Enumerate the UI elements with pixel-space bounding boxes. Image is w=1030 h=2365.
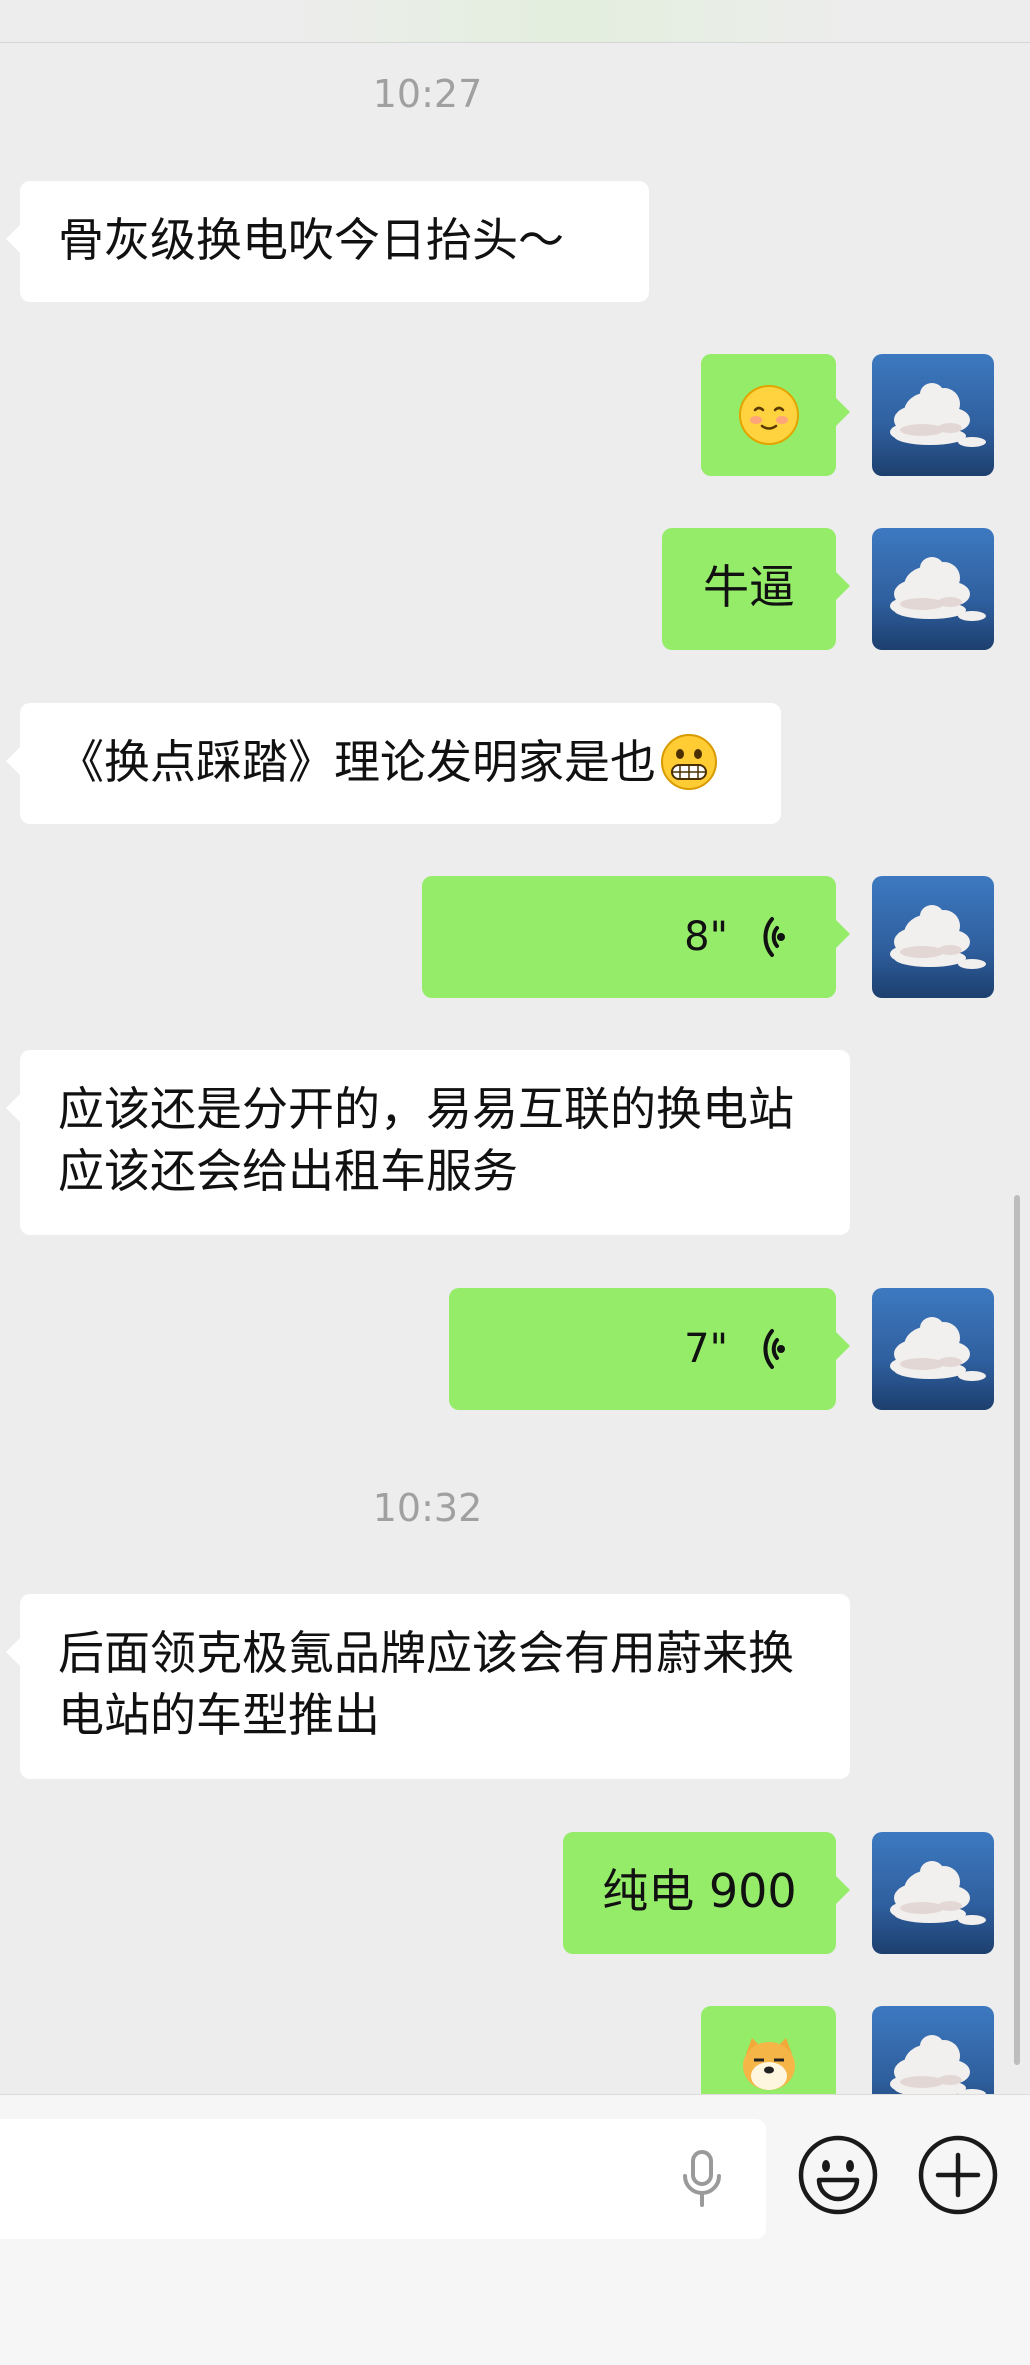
incoming-message-bubble[interactable]: 应该还是分开的，易易互联的换电站应该还会给出租车服务 [6,1050,850,1235]
user-avatar[interactable] [872,1288,994,1410]
cloud-sky-avatar-icon [872,528,994,650]
message-text: 《换点踩踏》理论发明家是也 [58,735,656,789]
cloud-sky-avatar-icon [872,1832,994,1954]
add-button[interactable] [916,2133,1000,2217]
scrollbar[interactable] [1014,1195,1020,2065]
voice-duration: 8" [684,914,728,960]
outgoing-message-bubble[interactable]: 牛逼 [662,528,850,650]
outgoing-message-bubble[interactable]: 纯电 900 [563,1832,850,1954]
message-text: 牛逼 [703,560,795,614]
microphone-button[interactable] [670,2147,734,2211]
cloud-sky-avatar-icon [872,1288,994,1410]
outgoing-voice-message[interactable]: 8" [422,876,850,998]
outgoing-sticker-bubble[interactable] [701,2006,836,2094]
user-avatar[interactable] [872,528,994,650]
cloud-sky-avatar-icon [872,354,994,476]
grimacing-face-emoji-icon [661,734,717,790]
message-text: 纯电 900 [602,1864,797,1918]
voice-message-content: 8" [422,876,836,998]
user-avatar[interactable] [872,354,994,476]
sticker-container [701,2006,836,2094]
message-input[interactable] [0,2119,766,2239]
emoji-smile-icon [798,2135,878,2215]
voice-wave-icon [763,1329,785,1369]
outgoing-voice-message[interactable]: 7" [449,1288,850,1410]
cloud-sky-avatar-icon [872,876,994,998]
message-text: 应该还是分开的，易易互联的换电站应该还会给出租车服务 [58,1082,794,1198]
emoji-button[interactable] [796,2133,880,2217]
voice-message-content: 7" [449,1288,836,1410]
timestamp: 10:27 [372,72,483,116]
user-avatar[interactable] [872,1832,994,1954]
microphone-icon [683,2150,721,2207]
incoming-message-bubble[interactable]: 骨灰级换电吹今日抬头～ [6,181,649,302]
message-text: 后面领克极氪品牌应该会有用蔚来换电站的车型推出 [58,1626,794,1742]
cloud-sky-avatar-icon [872,2006,994,2094]
input-bar [0,2094,1030,2365]
voice-duration: 7" [684,1326,728,1372]
timestamp: 10:32 [372,1486,483,1530]
user-avatar[interactable] [872,876,994,998]
outgoing-sticker-bubble[interactable] [701,354,850,476]
message-text: 骨灰级换电吹今日抬头～ [58,213,564,267]
top-bar [0,0,1030,43]
incoming-message-bubble[interactable]: 《换点踩踏》理论发明家是也 [6,703,781,824]
top-bar-highlight [270,0,870,42]
voice-wave-icon [763,917,785,957]
doge-sticker-icon [742,2038,795,2090]
user-avatar[interactable] [872,2006,994,2094]
incoming-message-bubble[interactable]: 后面领克极氪品牌应该会有用蔚来换电站的车型推出 [6,1594,850,1779]
plus-circle-icon [918,2135,998,2215]
message-content: 《换点踩踏》理论发明家是也 [20,703,781,821]
sticker-container [701,354,836,476]
smiling-face-sticker-icon [738,385,799,445]
